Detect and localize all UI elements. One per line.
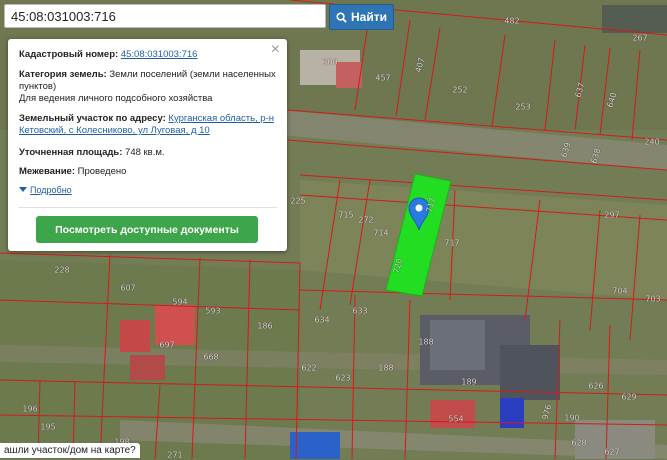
plot-number-label: 225	[290, 196, 306, 206]
details-link: Подробно	[30, 185, 72, 195]
plot-number-label: 190	[564, 413, 580, 423]
search-button-label: Найти	[351, 10, 387, 24]
plot-number-label: 188	[378, 363, 394, 373]
plot-number-label: 189	[461, 377, 477, 387]
plot-number-label: 594	[172, 297, 188, 307]
parcel-info-panel: × Кадастровый номер: 45:08:031003:716 Ка…	[8, 39, 287, 251]
plot-number-label: 228	[54, 265, 70, 275]
plot-number-label: 607	[120, 283, 136, 293]
caret-down-icon	[19, 187, 27, 192]
plot-number-label: 253	[515, 102, 531, 112]
found-plot-prompt[interactable]: ашли участок/дом на карте?	[0, 443, 140, 458]
plot-number-label: 634	[314, 315, 330, 325]
land-category-label: Категория земель:	[19, 69, 107, 80]
plot-number-label: 297	[604, 210, 620, 220]
cadastral-number-label: Кадастровый номер:	[19, 49, 119, 60]
plot-number-label: 626	[588, 381, 604, 391]
plot-number-label: 554	[448, 414, 464, 424]
view-documents-button[interactable]: Посмотреть доступные документы	[36, 216, 258, 243]
survey-row: Межевание: Проведено	[19, 166, 277, 178]
plot-number-label: 196	[22, 404, 38, 414]
plot-number-label: 714	[373, 228, 389, 238]
area-value: 748 кв.м.	[125, 147, 165, 158]
plot-number-label: 623	[335, 373, 351, 383]
search-icon	[336, 11, 347, 23]
address-row: Земельный участок по адресу: Курганская …	[19, 113, 277, 137]
panel-divider	[18, 207, 277, 208]
land-usage-value: Для ведения личного подсобного хозяйства	[19, 93, 213, 104]
plot-number-label: 267	[632, 33, 648, 43]
search-button[interactable]: Найти	[329, 4, 394, 30]
survey-value: Проведено	[77, 166, 127, 177]
plot-number-label: 717	[444, 238, 460, 248]
plot-number-label: 622	[301, 363, 317, 373]
plot-number-label: 271	[167, 450, 183, 460]
plot-number-label: 593	[205, 306, 221, 316]
plot-number-label: 668	[203, 352, 219, 362]
plot-number-label: 629	[621, 392, 637, 402]
cadastral-number-link[interactable]: 45:08:031003:716	[121, 49, 198, 60]
plot-number-label: 633	[352, 306, 368, 316]
cadastral-number-row: Кадастровый номер: 45:08:031003:716	[19, 49, 277, 61]
area-row: Уточненная площадь: 748 кв.м.	[19, 147, 277, 159]
details-toggle[interactable]: Подробно	[19, 185, 72, 195]
plot-number-label: 240	[644, 137, 660, 147]
plot-number-label: 186	[257, 321, 273, 331]
plot-number-label: 188	[418, 337, 434, 347]
plot-number-label: 300	[322, 57, 338, 67]
land-category-row: Категория земель: Земли поселений (земли…	[19, 69, 277, 105]
plot-number-label: 252	[452, 85, 468, 95]
address-label: Земельный участок по адресу:	[19, 113, 166, 124]
plot-number-label: 272	[358, 215, 374, 225]
plot-number-label: 195	[40, 422, 56, 432]
plot-number-label: 715	[338, 210, 354, 220]
plot-number-label: 627	[604, 447, 620, 457]
search-input[interactable]	[4, 4, 326, 28]
plot-number-label: 482	[504, 16, 520, 26]
plot-number-label: 697	[159, 340, 175, 350]
survey-label: Межевание:	[19, 166, 75, 177]
plot-number-label: 704	[612, 286, 628, 296]
plot-number-label: 457	[375, 73, 391, 83]
plot-number-label: 703	[645, 294, 661, 304]
plot-number-label: 628	[571, 438, 587, 448]
area-label: Уточненная площадь:	[19, 147, 123, 158]
